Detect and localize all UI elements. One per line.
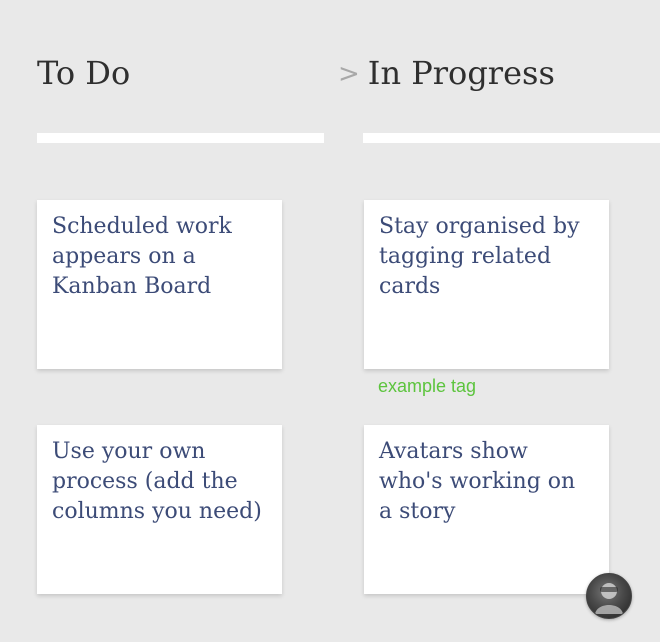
card-text: Stay organised by tagging related cards [379, 214, 580, 299]
column-title-todo: To Do [37, 54, 131, 92]
chevron-right-icon: > [338, 59, 360, 89]
column-title-in-progress-label: In Progress [367, 54, 555, 92]
column-divider-in-progress [363, 133, 660, 143]
card-scheduled-work[interactable]: Scheduled work appears on a Kanban Board [37, 200, 282, 369]
column-title-in-progress: > In Progress [338, 54, 555, 92]
column-title-todo-label: To Do [37, 54, 131, 92]
card-text: Use your own process (add the columns yo… [52, 439, 262, 524]
card-text: Scheduled work appears on a Kanban Board [52, 214, 232, 299]
card-tagging[interactable]: Stay organised by tagging related cards [364, 200, 609, 369]
avatar-portrait-icon [595, 583, 623, 614]
card-tag[interactable]: example tag [378, 376, 476, 397]
card-avatars[interactable]: Avatars show who's working on a story [364, 425, 609, 594]
card-text: Avatars show who's working on a story [379, 439, 576, 524]
card-own-process[interactable]: Use your own process (add the columns yo… [37, 425, 282, 594]
column-divider-todo [37, 133, 324, 143]
user-avatar-icon[interactable] [586, 573, 632, 619]
